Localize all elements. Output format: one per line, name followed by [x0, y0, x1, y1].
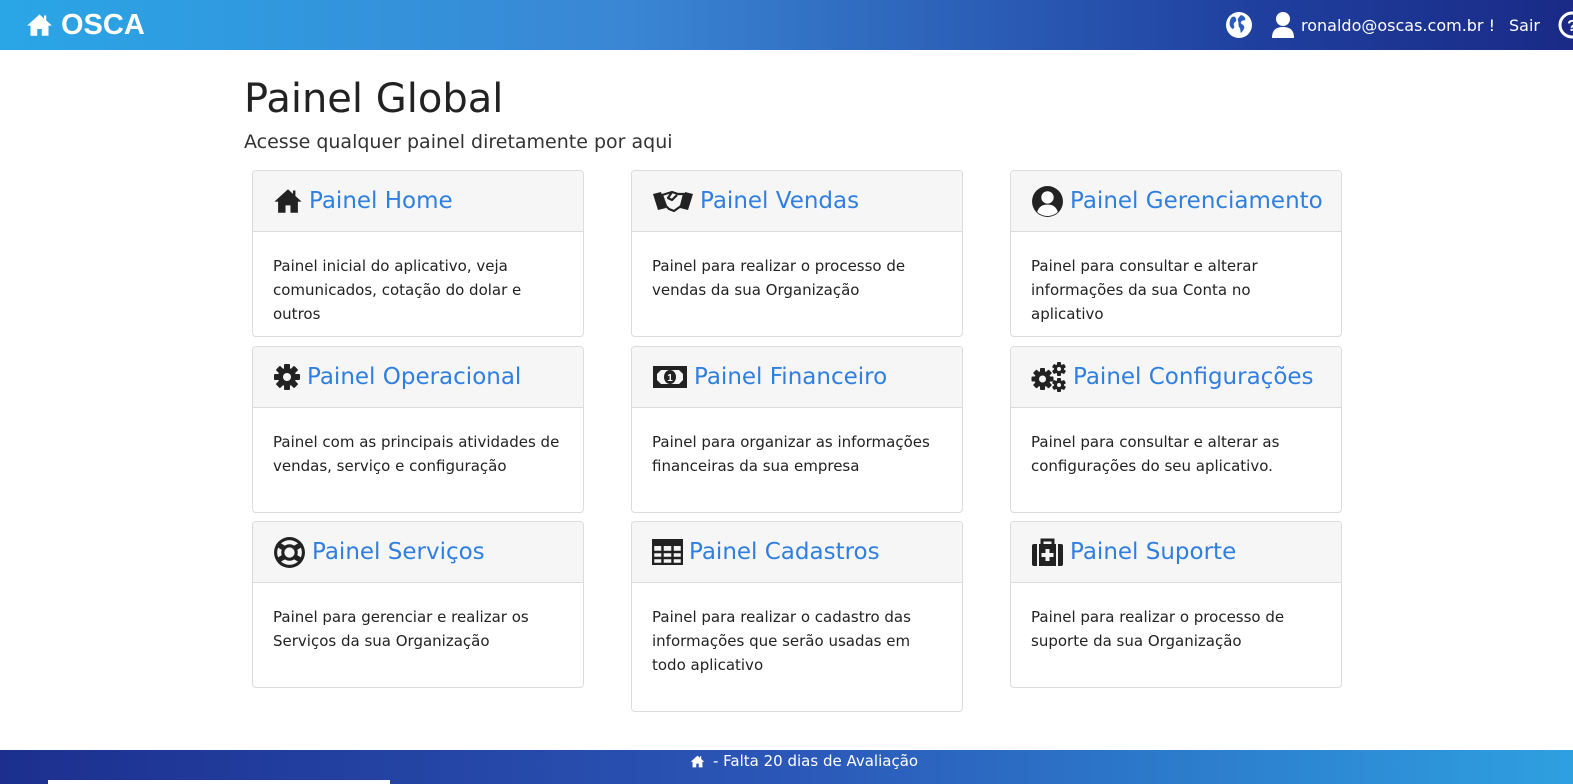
panel-card-cadastros: Painel Cadastros Painel para realizar o …: [631, 521, 963, 712]
panel-link-configuracoes[interactable]: Painel Configurações: [1011, 347, 1341, 408]
user-circle-icon: [1032, 185, 1063, 217]
home-icon: [27, 14, 52, 36]
user-icon: [1272, 12, 1295, 38]
panel-card-operacional: Painel Operacional Painel com as princip…: [252, 346, 584, 513]
panel-card-home: Painel Home Painel inicial do aplicativo…: [252, 170, 584, 337]
svg-text:?: ?: [1567, 18, 1573, 35]
brand-link[interactable]: OSCA: [26, 8, 145, 42]
life-ring-icon: [274, 536, 305, 568]
panel-description: Painel para consultar e alterar as confi…: [1031, 433, 1280, 475]
help-icon[interactable]: ?: [1558, 11, 1573, 39]
panel-title[interactable]: Painel Serviços: [312, 539, 485, 565]
footer-bar: - Falta 20 dias de Avaliação: [0, 750, 1573, 784]
panel-card-suporte: Painel Suporte Painel para realizar o pr…: [1010, 521, 1342, 688]
gear-icon: [274, 364, 300, 390]
panel-card-gerenciamento: Painel Gerenciamento Painel para consult…: [1010, 170, 1342, 337]
user-menu: ronaldo@oscas.com.br ! Sair ?: [1225, 0, 1573, 50]
panel-link-operacional[interactable]: Painel Operacional: [253, 347, 583, 408]
panel-link-vendas[interactable]: Painel Vendas: [632, 171, 962, 232]
panel-title[interactable]: Painel Operacional: [307, 364, 521, 390]
panel-card-servicos: Painel Serviços Painel para gerenciar e …: [252, 521, 584, 688]
svg-text:1: 1: [667, 373, 673, 384]
logout-link[interactable]: Sair: [1509, 16, 1540, 35]
panel-description: Painel para realizar o cadastro das info…: [652, 608, 911, 674]
panel-description: Painel para organizar as informações fin…: [652, 433, 930, 475]
table-icon: [652, 539, 683, 565]
handshake-icon: [653, 190, 693, 213]
panel-link-servicos[interactable]: Painel Serviços: [253, 522, 583, 583]
trial-notice: - Falta 20 dias de Avaliação: [713, 752, 919, 770]
panel-title[interactable]: Painel Vendas: [700, 188, 859, 214]
page-title: Painel Global: [244, 76, 504, 122]
panel-title[interactable]: Painel Configurações: [1073, 364, 1314, 390]
panel-title[interactable]: Painel Cadastros: [689, 539, 880, 565]
page-subtitle: Acesse qualquer painel diretamente por a…: [244, 131, 673, 153]
panel-title[interactable]: Painel Home: [309, 188, 453, 214]
footer-divider: [48, 780, 390, 784]
panel-title[interactable]: Painel Suporte: [1070, 539, 1236, 565]
panel-link-suporte[interactable]: Painel Suporte: [1011, 522, 1341, 583]
panel-description: Painel para consultar e alterar informaç…: [1031, 257, 1258, 323]
panel-title[interactable]: Painel Gerenciamento: [1070, 188, 1323, 214]
home-icon: [274, 189, 302, 213]
panel-description: Painel para gerenciar e realizar os Serv…: [273, 608, 529, 650]
panel-description: Painel inicial do aplicativo, veja comun…: [273, 257, 522, 323]
panel-card-vendas: Painel Vendas Painel para realizar o pro…: [631, 170, 963, 337]
panel-link-home[interactable]: Painel Home: [253, 171, 583, 232]
panel-description: Painel para realizar o processo de supor…: [1031, 608, 1285, 650]
panel-link-financeiro[interactable]: 1 Painel Financeiro: [632, 347, 962, 408]
brand-name: OSCA: [61, 8, 145, 41]
money-bill-icon: 1: [653, 366, 687, 388]
panel-description: Painel com as principais atividades de v…: [273, 433, 560, 475]
top-navbar: OSCA ronaldo@oscas.com.br ! Sair ?: [0, 0, 1573, 50]
gears-icon: [1031, 362, 1066, 392]
panel-description: Painel para realizar o processo de venda…: [652, 257, 906, 299]
globe-icon[interactable]: [1225, 11, 1253, 39]
medkit-icon: [1032, 538, 1063, 566]
user-email[interactable]: ronaldo@oscas.com.br !: [1301, 16, 1495, 35]
panel-card-financeiro: 1 Painel Financeiro Painel para organiza…: [631, 346, 963, 513]
home-icon: [690, 755, 705, 767]
panel-link-gerenciamento[interactable]: Painel Gerenciamento: [1011, 171, 1341, 232]
panel-link-cadastros[interactable]: Painel Cadastros: [632, 522, 962, 583]
panel-title[interactable]: Painel Financeiro: [694, 364, 887, 390]
panel-card-configuracoes: Painel Configurações Painel para consult…: [1010, 346, 1342, 513]
